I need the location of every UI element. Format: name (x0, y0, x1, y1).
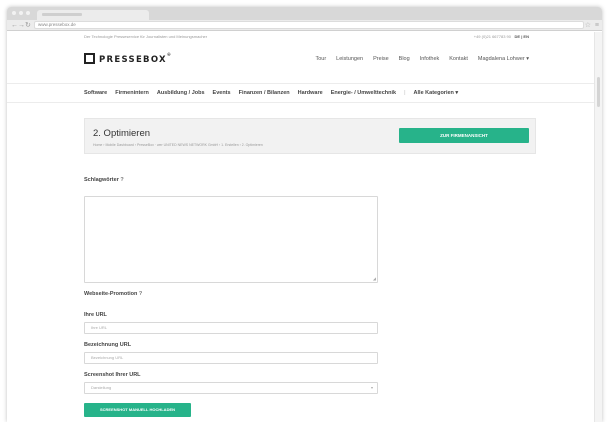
nav-item-kontakt[interactable]: Kontakt (449, 56, 468, 62)
url-label: Ihre URL (84, 312, 107, 318)
category-hardware[interactable]: Hardware (298, 90, 323, 96)
url-name-label: Bezeichnung URL (84, 342, 132, 348)
scrollbar-thumb[interactable] (597, 77, 600, 107)
page-title: 2. Optimieren (93, 128, 151, 139)
category-ausbildung-jobs[interactable]: Ausbildung / Jobs (157, 90, 205, 96)
address-bar[interactable]: www.pressebox.de (34, 21, 584, 29)
nav-item-tour[interactable]: Tour (315, 56, 326, 62)
breadcrumb[interactable]: Home › Mobile Dashboard › PresseBox · we… (93, 143, 263, 147)
category-finanzen-bilanzen[interactable]: Finanzen / Bilanzen (239, 90, 290, 96)
category-software[interactable]: Software (84, 90, 107, 96)
screenshot-select[interactable]: Darstellung ▾ (84, 382, 378, 394)
main-nav: Tour Leistungen Preise Blog Infothek Kon… (315, 56, 529, 62)
category-energie-umwelttechnik[interactable]: Energie- / Umwelttechnik (331, 90, 396, 96)
page-content: Der Technologie Presseservice für Journa… (7, 32, 602, 422)
category-separator: | (404, 90, 406, 96)
pressebox-logo[interactable]: PRESSEBOX® (84, 52, 171, 65)
keywords-label: Schlagwörter ? (84, 177, 124, 183)
chevron-down-icon: ▾ (370, 385, 373, 390)
category-events[interactable]: Events (213, 90, 231, 96)
all-categories-dropdown[interactable]: Alle Kategorien ▾ (414, 90, 459, 96)
promotion-label: Webseite-Promotion ? (84, 291, 143, 297)
url-input[interactable]: Ihre URL (84, 322, 378, 334)
nav-item-blog[interactable]: Blog (399, 56, 410, 62)
scrollbar[interactable] (594, 32, 602, 422)
browser-tab[interactable] (37, 10, 149, 20)
forward-icon[interactable]: → (18, 21, 25, 30)
tagline: Der Technologie Presseservice für Journa… (84, 34, 208, 39)
bookmark-star-icon[interactable]: ☆ (585, 21, 591, 30)
help-icon[interactable]: ? (139, 291, 142, 297)
help-icon[interactable]: ? (120, 177, 123, 183)
browser-toolbar: ← → ↻ www.pressebox.de ☆ ≡ (7, 20, 602, 31)
reload-icon[interactable]: ↻ (25, 21, 31, 30)
user-menu[interactable]: Magdalena Lohwer ▾ (478, 56, 529, 62)
nav-item-infothek[interactable]: Infothek (420, 56, 440, 62)
step-header: 2. Optimieren Home › Mobile Dashboard › … (84, 118, 536, 154)
back-icon[interactable]: ← (11, 21, 18, 30)
category-bar: Software Firmenintern Ausbildung / Jobs … (7, 83, 594, 103)
browser-window: ← → ↻ www.pressebox.de ☆ ≡ Der Technolog… (7, 7, 602, 422)
nav-item-leistungen[interactable]: Leistungen (336, 56, 363, 62)
upload-screenshot-button[interactable]: SCREENSHOT MANUELL HOCHLADEN (84, 403, 191, 417)
phone-number[interactable]: +49 (0)21 667783 90 (474, 34, 511, 39)
screenshot-label: Screenshot Ihrer URL (84, 372, 141, 378)
top-info-bar: Der Technologie Presseservice für Journa… (84, 34, 529, 40)
site-header: PRESSEBOX® Tour Leistungen Preise Blog I… (84, 49, 529, 69)
browser-menu-icon[interactable]: ≡ (595, 21, 599, 30)
browser-tab-bar (7, 7, 602, 20)
nav-item-preise[interactable]: Preise (373, 56, 389, 62)
window-controls[interactable] (12, 11, 30, 15)
keywords-textarea[interactable]: ◢ (84, 196, 378, 283)
company-view-button[interactable]: ZUR FIRMENANSICHT (399, 128, 529, 143)
category-firmenintern[interactable]: Firmenintern (115, 90, 149, 96)
language-switch[interactable]: DE | EN (515, 34, 529, 39)
resize-handle-icon[interactable]: ◢ (373, 277, 376, 281)
logo-square-icon (84, 53, 95, 64)
url-name-input[interactable]: Bezeichnung URL (84, 352, 378, 364)
